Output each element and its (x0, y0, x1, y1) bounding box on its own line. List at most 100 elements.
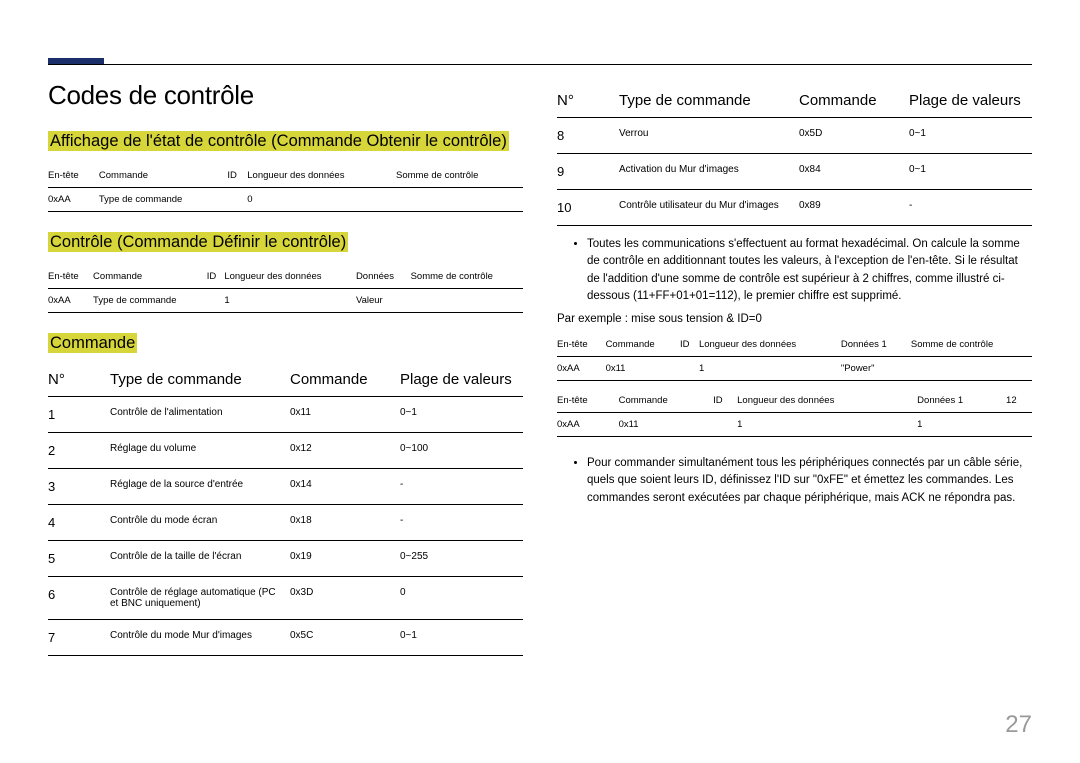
table-row: 8Verrou0x5D0~1 (557, 118, 1032, 154)
th: 12 (1006, 389, 1032, 413)
cell-type: Activation du Mur d'images (619, 154, 799, 190)
set-control-table: En-tête Commande ID Longueur des données… (48, 265, 523, 313)
cell-type: Contrôle de réglage automatique (PC et B… (110, 577, 290, 620)
th: Commande (619, 389, 713, 413)
th: Longueur des données (224, 265, 356, 289)
th: Longueur des données (699, 333, 841, 357)
cell-cmd: 0x18 (290, 505, 400, 541)
td (411, 288, 523, 312)
section-heading-text: Commande (48, 333, 137, 353)
th: Commande (606, 333, 680, 357)
cell-range: 0~1 (909, 154, 1032, 190)
th: Données (356, 265, 411, 289)
td: 1 (917, 413, 1006, 437)
td (713, 413, 737, 437)
th: ID (713, 389, 737, 413)
cell-no: 4 (48, 505, 110, 541)
cell-no: 7 (48, 620, 110, 656)
td: 0xAA (48, 288, 93, 312)
td: "Power" (841, 357, 911, 381)
notes-list-2: Pour commander simultanément tous les pé… (557, 455, 1032, 507)
table-row: 7Contrôle du mode Mur d'images0x5C0~1 (48, 620, 523, 656)
cell-range: 0~1 (400, 397, 523, 433)
cell-type: Verrou (619, 118, 799, 154)
td: Valeur (356, 288, 411, 312)
th: Longueur des données (247, 164, 396, 188)
example-table-a: En-tête Commande ID Longueur des données… (557, 333, 1032, 381)
td: 1 (699, 357, 841, 381)
th: En-tête (557, 333, 606, 357)
right-column: N° Type de commande Commande Plage de va… (557, 80, 1032, 656)
td: 0 (247, 187, 396, 211)
page-title: Codes de contrôle (48, 80, 523, 111)
th: En-tête (557, 389, 619, 413)
table-row: 3Réglage de la source d'entrée0x14- (48, 469, 523, 505)
cell-no: 9 (557, 154, 619, 190)
td: 1 (737, 413, 917, 437)
top-horizontal-rule (48, 64, 1032, 65)
cell-range: 0~1 (400, 620, 523, 656)
cell-cmd: 0x84 (799, 154, 909, 190)
section-heading-set-control: Contrôle (Commande Définir le contrôle) (48, 230, 523, 255)
td (680, 357, 699, 381)
th-no: N° (48, 365, 110, 397)
cell-no: 3 (48, 469, 110, 505)
th: En-tête (48, 265, 93, 289)
obtain-control-table: En-tête Commande ID Longueur des données… (48, 164, 523, 212)
table-row: 0xAA 0x11 1 1 (557, 413, 1032, 437)
cell-cmd: 0x19 (290, 541, 400, 577)
td: 0xAA (557, 357, 606, 381)
cell-no: 6 (48, 577, 110, 620)
cell-no: 10 (557, 190, 619, 226)
cell-type: Contrôle du mode Mur d'images (110, 620, 290, 656)
td (1006, 413, 1032, 437)
table-row: 4Contrôle du mode écran0x18- (48, 505, 523, 541)
th: Données 1 (917, 389, 1006, 413)
cell-type: Contrôle de l'alimentation (110, 397, 290, 433)
cell-no: 1 (48, 397, 110, 433)
th-no: N° (557, 86, 619, 118)
table-row: 0xAA 0x11 1 "Power" (557, 357, 1032, 381)
th-type: Type de commande (619, 86, 799, 118)
th-cmd: Commande (290, 365, 400, 397)
th: Somme de contrôle (911, 333, 1032, 357)
cell-no: 2 (48, 433, 110, 469)
td: 0xAA (48, 187, 99, 211)
command-table-left: N° Type de commande Commande Plage de va… (48, 365, 523, 656)
section-heading-text: Affichage de l'état de contrôle (Command… (48, 131, 509, 151)
th: Somme de contrôle (411, 265, 523, 289)
th: ID (227, 164, 247, 188)
th: Longueur des données (737, 389, 917, 413)
th: Commande (93, 265, 207, 289)
cell-cmd: 0x12 (290, 433, 400, 469)
note-item: Toutes les communications s'effectuent a… (587, 236, 1032, 305)
th: ID (207, 265, 225, 289)
table-row: 2Réglage du volume0x120~100 (48, 433, 523, 469)
cell-range: - (400, 469, 523, 505)
cell-no: 5 (48, 541, 110, 577)
cell-range: 0~100 (400, 433, 523, 469)
cell-range: 0 (400, 577, 523, 620)
cell-cmd: 0x5C (290, 620, 400, 656)
cell-cmd: 0x11 (290, 397, 400, 433)
section-heading-display-state: Affichage de l'état de contrôle (Command… (48, 129, 523, 154)
cell-type: Contrôle utilisateur du Mur d'images (619, 190, 799, 226)
page-number: 27 (1005, 711, 1032, 739)
table-row: 9Activation du Mur d'images0x840~1 (557, 154, 1032, 190)
th-range: Plage de valeurs (909, 86, 1032, 118)
table-row: 10Contrôle utilisateur du Mur d'images0x… (557, 190, 1032, 226)
cell-type: Contrôle de la taille de l'écran (110, 541, 290, 577)
table-row: 0xAA Type de commande 1 Valeur (48, 288, 523, 312)
two-column-layout: Codes de contrôle Affichage de l'état de… (48, 80, 1032, 656)
notes-list: Toutes les communications s'effectuent a… (557, 236, 1032, 305)
table-row: 1Contrôle de l'alimentation0x110~1 (48, 397, 523, 433)
th: Somme de contrôle (396, 164, 523, 188)
td: Type de commande (99, 187, 228, 211)
cell-range: 0~255 (400, 541, 523, 577)
table-row: 5Contrôle de la taille de l'écran0x190~2… (48, 541, 523, 577)
section-heading-command: Commande (48, 331, 523, 356)
example-line: Par exemple : mise sous tension & ID=0 (557, 313, 1032, 325)
th: ID (680, 333, 699, 357)
th: En-tête (48, 164, 99, 188)
command-table-right: N° Type de commande Commande Plage de va… (557, 86, 1032, 226)
